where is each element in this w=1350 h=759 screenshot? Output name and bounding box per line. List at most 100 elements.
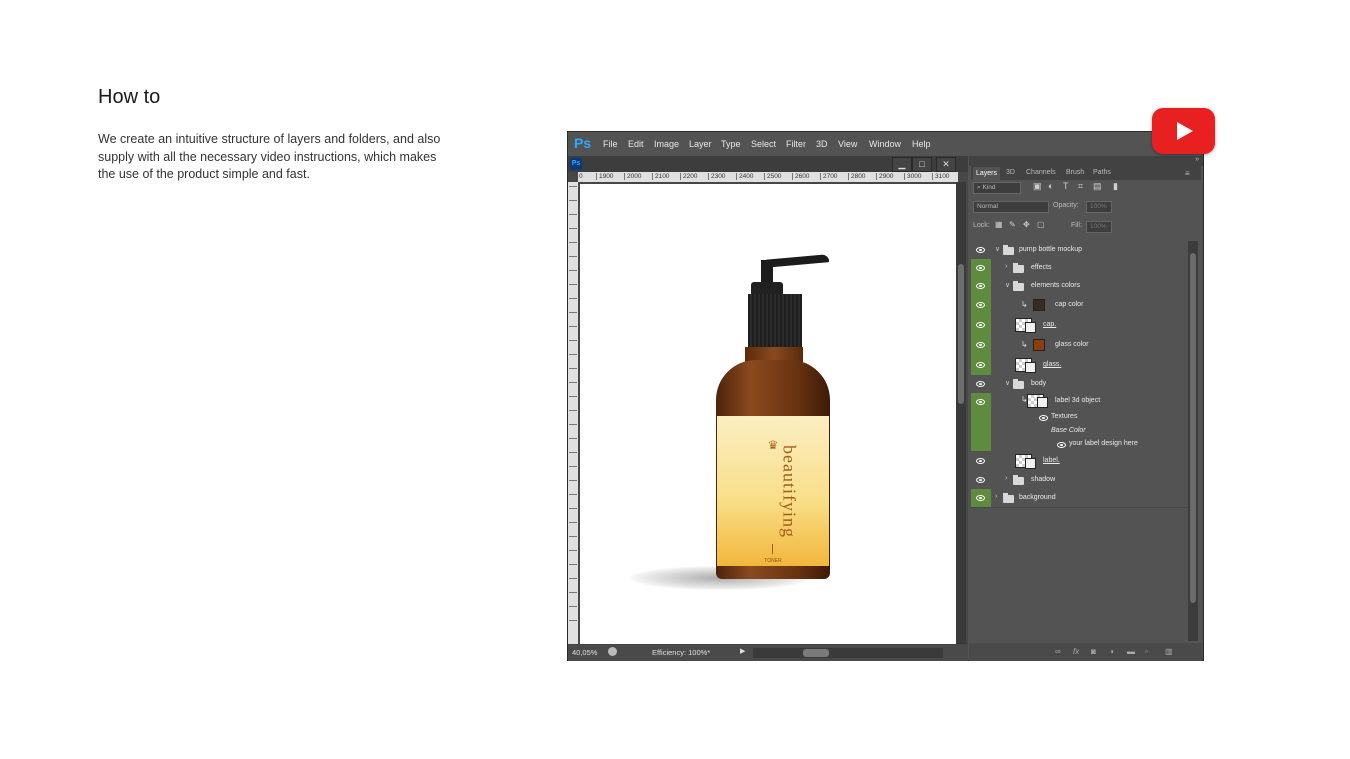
visibility-toggle[interactable] [971, 277, 991, 295]
chevron-down-icon[interactable]: ∨ [995, 245, 1000, 253]
menu-image[interactable]: Image [654, 139, 679, 149]
visibility-toggle[interactable] [971, 259, 991, 277]
layer-row[interactable]: ↳ glass color [971, 335, 1187, 356]
lock-all-icon[interactable]: ▢ [1037, 220, 1045, 229]
ruler-vertical [568, 182, 578, 644]
chevron-right-icon[interactable]: › [1005, 263, 1007, 270]
visibility-toggle[interactable] [971, 241, 991, 259]
visibility-toggle[interactable] [971, 335, 991, 355]
trash-icon[interactable]: ▥ [1165, 647, 1173, 656]
ruler-tick [569, 466, 577, 474]
ruler-tick [569, 480, 577, 488]
filter-smart-object-icon[interactable]: ▤ [1093, 181, 1102, 192]
menu-filter[interactable]: Filter [786, 139, 806, 149]
layer-row[interactable]: › background [971, 489, 1187, 508]
tab-brush[interactable]: Brush [1066, 169, 1084, 176]
maximize-button[interactable]: □ [912, 157, 932, 172]
mask-icon[interactable]: ◙ [1091, 647, 1096, 656]
zoom-level[interactable]: 40,05% [572, 648, 597, 657]
layer-row[interactable]: ↳ cap color [971, 295, 1187, 316]
menu-edit[interactable]: Edit [628, 139, 644, 149]
label-divider [772, 544, 773, 554]
filter-toggle-icon[interactable]: ▮ [1113, 181, 1118, 192]
chevron-right-icon[interactable]: › [1005, 475, 1007, 482]
adjustment-icon[interactable]: ◑ [1109, 647, 1114, 656]
visibility-toggle[interactable] [971, 489, 991, 507]
document-horizontal-scrollbar[interactable] [753, 648, 943, 658]
youtube-button[interactable] [1152, 108, 1215, 154]
menu-type[interactable]: Type [721, 139, 741, 149]
new-layer-icon[interactable]: ▫ [1145, 647, 1148, 656]
kind-filter-select[interactable]: ⌕ Kind [973, 182, 1021, 194]
ruler-tick [569, 200, 577, 208]
blend-mode-select[interactable]: Normal [973, 201, 1049, 213]
close-button[interactable]: ✕ [936, 157, 956, 172]
sublayer-name: Base Color [1051, 427, 1086, 434]
lock-brush-icon[interactable]: ✎ [1009, 220, 1016, 229]
menu-window[interactable]: Window [869, 139, 901, 149]
eye-icon[interactable] [1057, 442, 1066, 448]
filter-type-icon[interactable]: T [1063, 181, 1069, 191]
layer-row[interactable]: ∨ pump bottle mockup [971, 241, 1187, 260]
eye-icon[interactable] [1039, 415, 1048, 421]
lock-move-icon[interactable]: ✥ [1023, 220, 1030, 229]
layer-name: glass color [1055, 341, 1089, 348]
minimize-button[interactable]: ▁ [892, 157, 912, 172]
menu-file[interactable]: File [603, 139, 618, 149]
opacity-input[interactable]: 100% [1086, 201, 1112, 213]
visibility-toggle[interactable] [971, 393, 991, 451]
link-icon[interactable]: ∞ [1055, 647, 1061, 656]
filter-adjustment-icon[interactable]: ◐ [1048, 181, 1053, 191]
scrollbar-thumb[interactable] [803, 649, 829, 657]
tab-layers[interactable]: Layers [973, 167, 1001, 180]
document-canvas[interactable]: ♛ beautifying TONER [580, 184, 956, 644]
tab-3d[interactable]: 3D [1006, 169, 1015, 176]
layer-row[interactable]: label. [971, 451, 1187, 472]
visibility-toggle[interactable] [971, 295, 991, 315]
chevron-right-icon[interactable]: › [995, 493, 997, 500]
scrollbar-thumb[interactable] [958, 264, 964, 404]
layer-row[interactable]: ∨ elements colors [971, 277, 1187, 296]
document-vertical-scrollbar[interactable] [956, 182, 966, 644]
fx-icon[interactable]: fx [1073, 647, 1079, 656]
ruler-tick [569, 312, 577, 320]
panel-menu-icon[interactable]: ≡ [1185, 169, 1190, 178]
menu-3d[interactable]: 3D [816, 139, 828, 149]
collapse-icon[interactable]: » [1195, 156, 1199, 163]
filter-pixel-icon[interactable]: ▣ [1033, 181, 1042, 192]
new-group-icon[interactable]: ▬ [1127, 647, 1135, 656]
chevron-down-icon[interactable]: ∨ [1005, 379, 1010, 387]
visibility-toggle[interactable] [971, 471, 991, 489]
layer-row[interactable]: ∨ body [971, 375, 1187, 394]
ruler-tick [569, 270, 577, 278]
layers-scrollbar[interactable] [1188, 241, 1198, 641]
layer-row[interactable]: cap. [971, 315, 1187, 336]
visibility-toggle[interactable] [971, 375, 991, 393]
scrollbar-thumb[interactable] [1190, 253, 1196, 603]
layer-row[interactable]: › shadow [971, 471, 1187, 490]
menu-select[interactable]: Select [751, 139, 776, 149]
ruler-tick [569, 396, 577, 404]
fill-input[interactable]: 100% [1086, 221, 1112, 233]
tab-paths[interactable]: Paths [1093, 169, 1111, 176]
filter-shape-icon[interactable]: ⌗ [1078, 181, 1083, 192]
kind-filter-value: Kind [982, 184, 996, 191]
chevron-down-icon[interactable]: ∨ [1005, 281, 1010, 289]
menu-view[interactable]: View [838, 139, 857, 149]
layer-row-3d[interactable]: ↳ label 3d object Textures Base Color yo… [971, 393, 1187, 452]
status-menu-arrow-icon[interactable]: ▶ [740, 647, 745, 655]
layer-row[interactable]: glass. [971, 355, 1187, 376]
tab-channels[interactable]: Channels [1026, 169, 1056, 176]
visibility-toggle[interactable] [971, 355, 991, 375]
visibility-toggle[interactable] [971, 451, 991, 471]
menu-help[interactable]: Help [912, 139, 931, 149]
layer-row[interactable]: › effects [971, 259, 1187, 278]
color-swatch[interactable] [1033, 299, 1045, 311]
ruler-tick [569, 606, 577, 614]
menu-layer[interactable]: Layer [689, 139, 712, 149]
lock-transparent-icon[interactable]: ▦ [995, 220, 1003, 229]
color-swatch[interactable] [1033, 339, 1045, 351]
visibility-toggle[interactable] [971, 315, 991, 335]
ruler-tick: 1900 [596, 173, 613, 180]
layer-name: label. [1043, 457, 1060, 464]
